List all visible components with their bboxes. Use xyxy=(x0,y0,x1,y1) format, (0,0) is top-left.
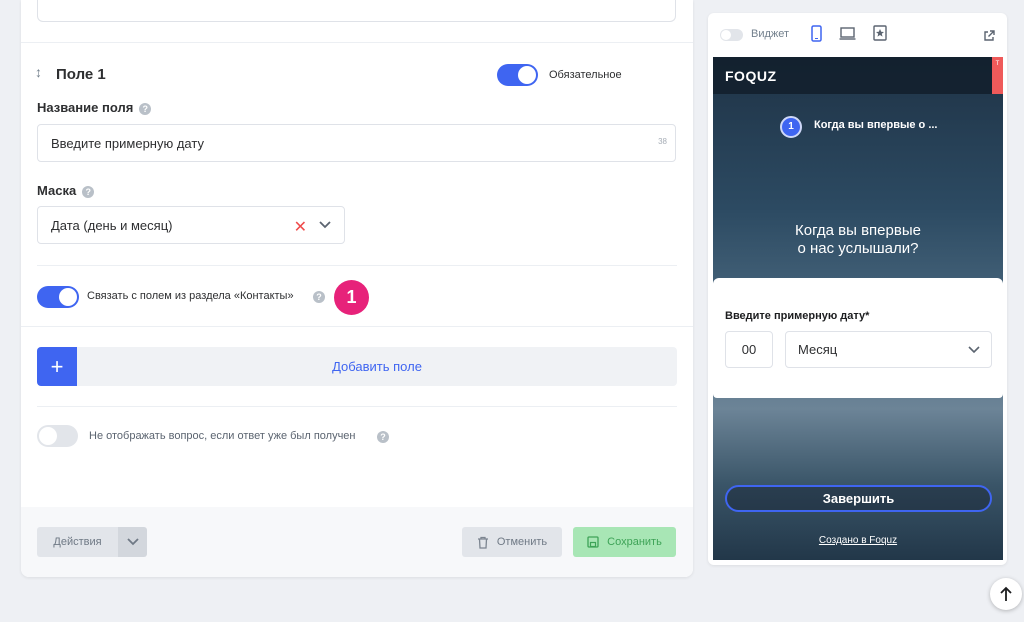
annotation-badge: 1 xyxy=(334,280,369,315)
answer-card: Введите примерную дату* 00 Месяц xyxy=(713,278,1003,398)
mobile-icon[interactable] xyxy=(811,25,822,42)
question-editor-panel: ↕ Поле 1 Обязательное Название поля? Вве… xyxy=(21,0,693,577)
actions-button[interactable]: Действия xyxy=(37,527,118,557)
previous-field-input[interactable] xyxy=(37,0,676,22)
step-number: 1 xyxy=(780,116,802,138)
help-icon[interactable]: ? xyxy=(313,291,325,303)
save-button[interactable]: Сохранить xyxy=(573,527,676,557)
divider xyxy=(37,406,677,407)
mask-select[interactable]: Дата (день и месяц) ✕ xyxy=(37,206,345,244)
add-field-button[interactable]: + Добавить поле xyxy=(37,347,677,386)
widget-label: Виджет xyxy=(751,28,790,40)
chevron-down-icon xyxy=(126,538,139,546)
drag-handle-icon[interactable]: ↕ xyxy=(35,64,42,80)
mask-label: Маска? xyxy=(37,183,95,198)
scroll-to-top-button[interactable] xyxy=(990,578,1022,610)
phone-preview: FOQUZ T 1 Когда вы впервые о ... Когда в… xyxy=(713,57,1003,560)
question-text: Когда вы впервые о нас услышали? xyxy=(795,222,921,257)
save-icon xyxy=(587,536,599,548)
help-icon[interactable]: ? xyxy=(139,102,152,115)
link-contacts-toggle[interactable] xyxy=(37,286,79,308)
external-link-icon[interactable] xyxy=(983,30,995,42)
star-page-icon[interactable] xyxy=(873,25,887,41)
actions-dropdown-button[interactable] xyxy=(118,527,147,557)
month-select[interactable]: Месяц xyxy=(785,331,992,368)
chevron-down-icon[interactable] xyxy=(318,218,332,232)
cancel-label: Отменить xyxy=(496,536,548,548)
date-prompt-label: Введите примерную дату* xyxy=(725,310,870,322)
plus-icon: + xyxy=(37,347,77,386)
field-name-value: Введите примерную дату xyxy=(51,135,204,151)
made-in-foquz-link[interactable]: Создано в Foquz xyxy=(713,535,1003,546)
help-icon[interactable]: ? xyxy=(377,431,389,443)
chevron-down-icon xyxy=(968,346,980,354)
red-tab[interactable]: T xyxy=(992,57,1003,94)
divider xyxy=(21,326,693,327)
field-name-label: Название поля? xyxy=(37,100,152,115)
required-label: Обязательное xyxy=(549,69,622,81)
step-title: Когда вы впервые о ... xyxy=(814,119,938,131)
add-field-label: Добавить поле xyxy=(332,359,422,374)
field-name-input[interactable]: Введите примерную дату 38 xyxy=(37,124,676,162)
link-contacts-label: Связать с полем из раздела «Контакты» xyxy=(87,290,294,302)
desktop-icon[interactable] xyxy=(839,27,856,40)
editor-footer: Действия Отменить Сохранить xyxy=(21,507,693,577)
foquz-logo: FOQUZ xyxy=(725,68,777,84)
preview-panel: Виджет FOQUZ T 1 Когда вы впервые о ... … xyxy=(708,13,1007,565)
help-icon[interactable]: ? xyxy=(82,185,95,198)
save-label: Сохранить xyxy=(607,536,662,548)
widget-toggle[interactable] xyxy=(720,29,743,41)
divider xyxy=(21,42,693,43)
preview-header: FOQUZ T xyxy=(713,57,1003,94)
month-value: Месяц xyxy=(798,342,838,357)
day-input[interactable]: 00 xyxy=(725,331,773,368)
clear-icon[interactable]: ✕ xyxy=(294,217,307,237)
field-title: Поле 1 xyxy=(56,66,106,83)
arrow-up-icon xyxy=(1000,586,1012,601)
divider xyxy=(37,265,677,266)
required-toggle[interactable] xyxy=(497,64,538,86)
finish-button[interactable]: Завершить xyxy=(725,485,992,512)
cancel-button[interactable]: Отменить xyxy=(462,527,562,557)
hide-answered-label: Не отображать вопрос, если ответ уже был… xyxy=(89,430,356,442)
preview-toolbar: Виджет xyxy=(708,13,1007,57)
mask-value: Дата (день и месяц) xyxy=(51,217,173,233)
hide-answered-toggle[interactable] xyxy=(37,425,78,447)
trash-icon xyxy=(477,536,488,549)
char-counter: 38 xyxy=(658,137,667,146)
